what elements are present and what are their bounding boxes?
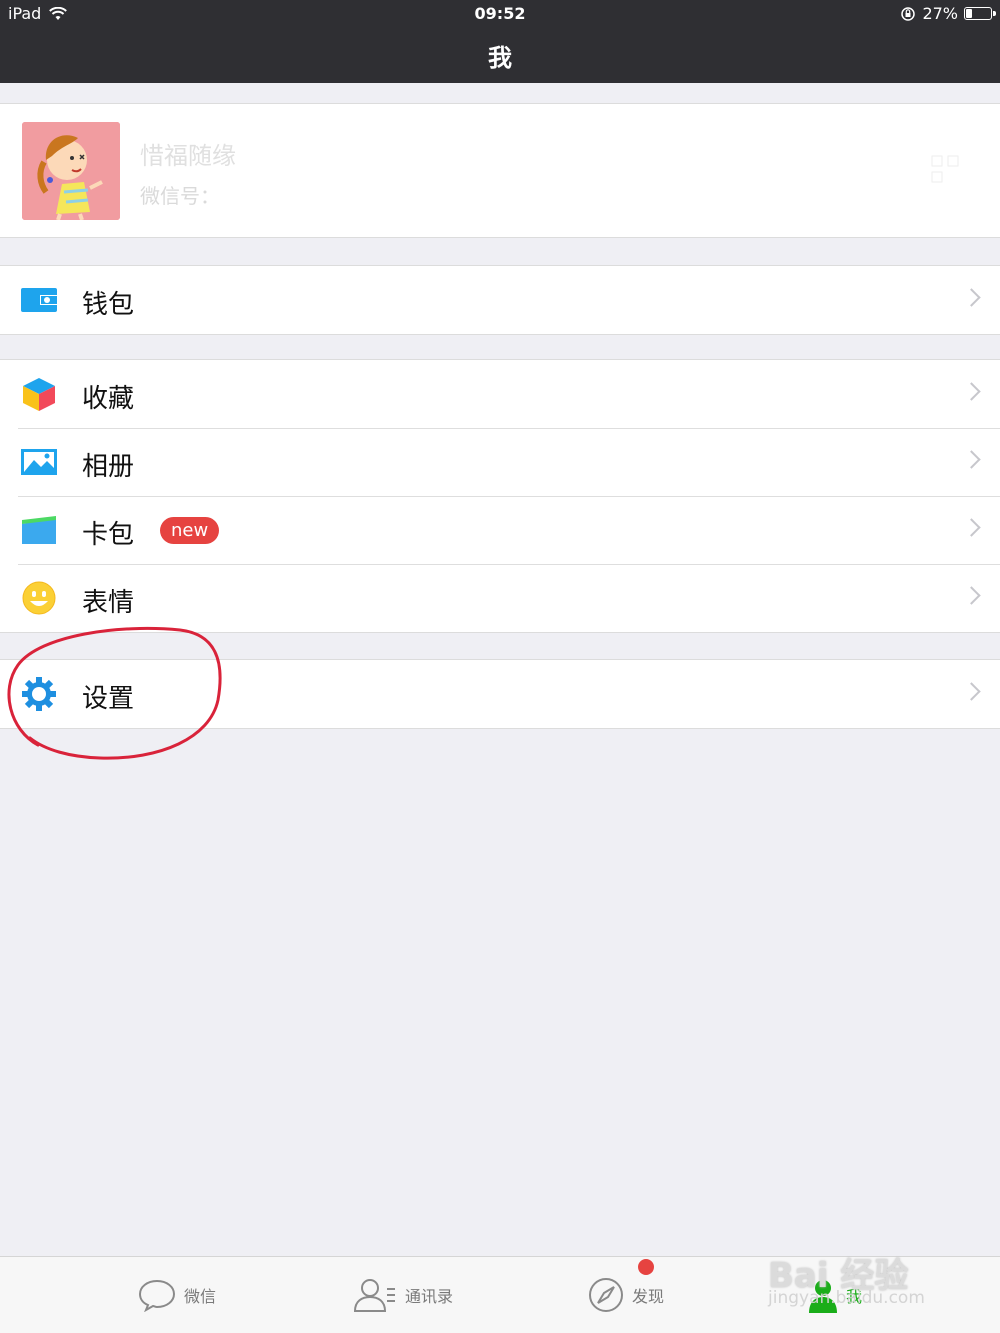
status-bar: iPad 09:52 27% <box>0 0 1000 28</box>
tab-contacts[interactable]: 通讯录 <box>353 1275 453 1315</box>
menu-item-wallet[interactable]: 钱包 <box>0 266 1000 334</box>
chevron-right-icon <box>962 382 981 401</box>
favorites-cube-icon <box>23 378 55 411</box>
album-picture-icon <box>21 449 57 475</box>
chevron-right-icon <box>962 518 981 537</box>
qr-code-icon[interactable] <box>930 154 960 187</box>
compass-icon <box>589 1278 623 1312</box>
profile-name: 惜福随缘 <box>140 142 236 170</box>
menu-item-stickers[interactable]: 表情 <box>0 564 1000 632</box>
profile-card[interactable]: 惜福随缘 微信号： <box>0 103 1000 238</box>
rotation-lock-icon <box>901 6 916 21</box>
wallet-icon <box>21 288 57 312</box>
card-wallet-icon <box>22 516 56 544</box>
battery-percent: 27% <box>922 4 958 23</box>
contacts-icon <box>353 1279 395 1312</box>
menu-item-label: 收藏 <box>82 384 135 414</box>
gear-icon <box>22 677 56 711</box>
tab-bar: 微信 通讯录 发现 我 <box>0 1256 1000 1333</box>
tab-me[interactable]: 我 <box>808 1275 862 1315</box>
chevron-right-icon <box>962 586 981 605</box>
chevron-right-icon <box>962 288 981 307</box>
menu-item-label: 表情 <box>82 588 135 618</box>
person-icon <box>809 1280 837 1313</box>
menu-item-album[interactable]: 相册 <box>0 428 1000 496</box>
chevron-right-icon <box>962 682 981 701</box>
tab-label: 发现 <box>632 1287 665 1306</box>
menu-item-settings[interactable]: 设置 <box>0 660 1000 728</box>
menu-item-label: 钱包 <box>82 290 135 320</box>
tab-chats[interactable]: 微信 <box>138 1275 216 1315</box>
status-time: 09:52 <box>474 4 526 23</box>
battery-icon <box>964 7 996 20</box>
menu-item-label: 卡包 <box>82 520 135 550</box>
nav-bar: 我 <box>0 28 1000 83</box>
menu-item-favorites[interactable]: 收藏 <box>0 360 1000 428</box>
tab-discover[interactable]: 发现 <box>588 1275 664 1315</box>
chevron-right-icon <box>962 450 981 469</box>
wechat-id-label: 微信号： <box>140 184 220 208</box>
status-bar-right: 27% <box>900 4 996 23</box>
page-title: 我 <box>488 44 512 72</box>
settings-group: 设置 <box>0 659 1000 729</box>
battery-fill <box>966 9 973 18</box>
smiley-face-icon <box>22 581 56 615</box>
menu-item-card-wallet[interactable]: 卡包 new <box>0 496 1000 564</box>
new-badge: new <box>160 517 220 544</box>
menu-item-label: 设置 <box>82 684 135 714</box>
main-menu-group: 收藏 相册 卡包 new 表情 <box>0 359 1000 633</box>
tab-label: 我 <box>846 1287 863 1306</box>
discover-notification-dot <box>638 1259 654 1275</box>
menu-item-label: 相册 <box>82 452 135 482</box>
avatar[interactable] <box>22 122 120 220</box>
tab-label: 微信 <box>184 1287 217 1306</box>
cartoon-girl-avatar-icon <box>22 122 120 220</box>
wallet-group: 钱包 <box>0 265 1000 335</box>
chat-bubble-icon <box>138 1279 176 1312</box>
tab-label: 通讯录 <box>405 1287 454 1306</box>
